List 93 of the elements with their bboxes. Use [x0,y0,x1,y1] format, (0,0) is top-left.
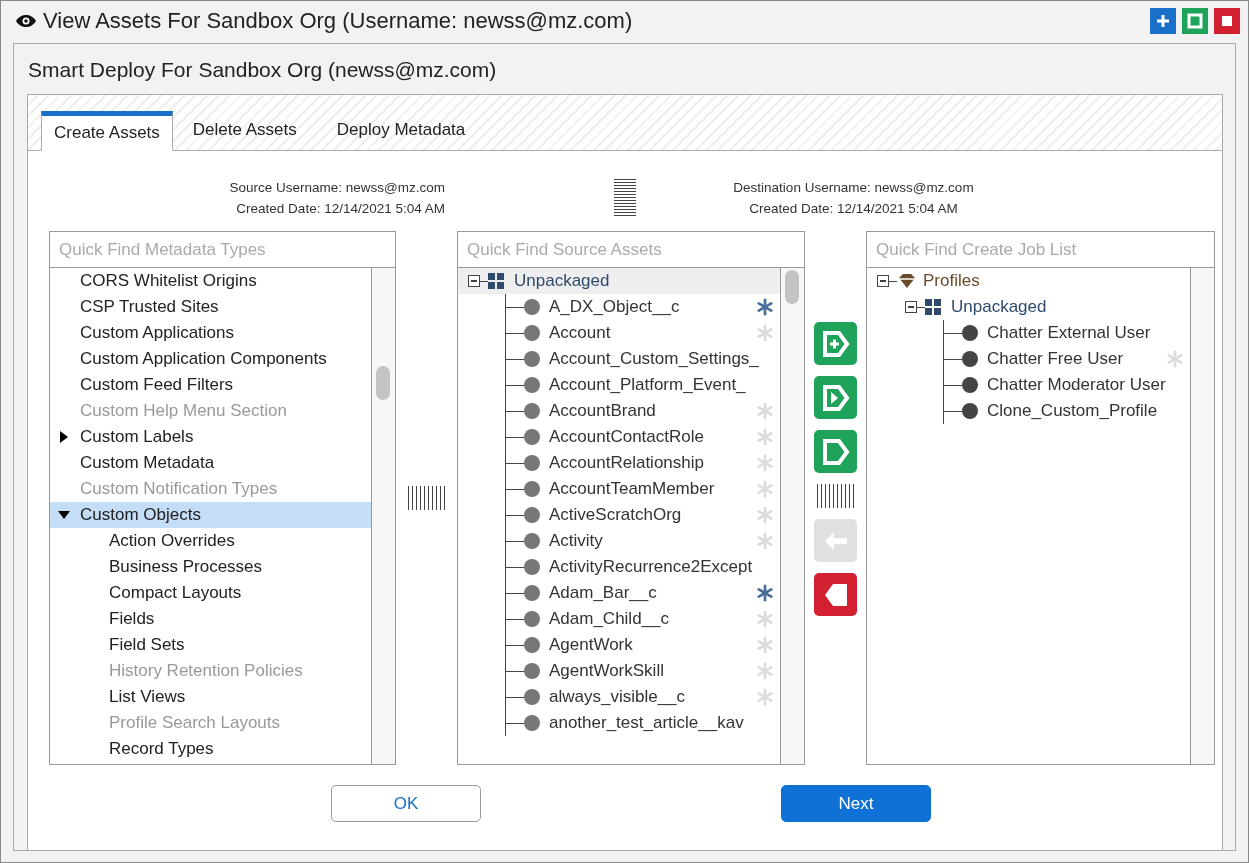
metadata-type-item[interactable]: Custom Feed Filters [50,372,371,398]
circle-icon [524,481,540,497]
metadata-type-item[interactable]: Action Overrides [50,528,371,554]
caret-right-icon[interactable] [58,431,70,443]
circle-icon [524,507,540,523]
asset-label[interactable]: Adam_Child__c [549,609,752,629]
circle-icon [524,611,540,627]
asset-label[interactable]: ActivityRecurrence2Except [549,557,774,577]
circle-icon [524,351,540,367]
ok-button[interactable]: OK [331,785,481,822]
circle-icon [524,299,540,315]
tag-icon [820,436,851,467]
tab[interactable]: Deploy Metadata [316,110,486,150]
tab[interactable]: Delete Assets [172,110,317,150]
folder-label[interactable]: Unpackaged [951,297,1047,317]
circle-icon [524,325,540,341]
asset-label[interactable]: AgentWork [549,635,752,655]
metadata-type-item[interactable]: Compact Layouts [50,580,371,606]
scrollbar[interactable] [1190,268,1214,764]
asset-label[interactable]: AccountBrand [549,401,752,421]
asset-label[interactable]: Activity [549,531,752,551]
play-tag-icon [820,382,851,413]
tab[interactable]: Create Assets [41,111,173,151]
metadata-type-item[interactable]: Business Processes [50,554,371,580]
metadata-type-item[interactable]: Custom Metadata [50,450,371,476]
asset-label[interactable]: Chatter External User [987,323,1184,343]
source-username: Source Username: newss@mz.com [229,180,445,195]
asset-label[interactable]: AccountContactRole [549,427,752,447]
asset-label[interactable]: A_DX_Object__c [549,297,752,317]
asterisk-icon[interactable] [756,298,774,316]
circle-icon [524,377,540,393]
close-button[interactable] [1214,8,1240,34]
plus-icon [1155,13,1171,29]
metadata-type-item[interactable]: Fields [50,606,371,632]
asset-label[interactable]: ActiveScratchOrg [549,505,752,525]
circle-icon [524,429,540,445]
add-button[interactable] [814,322,857,365]
grid-icon [925,299,941,315]
metadata-type-item[interactable]: List Views [50,684,371,710]
add-one-button[interactable] [814,376,857,419]
add-button[interactable] [1150,8,1176,34]
grid-icon [488,273,504,289]
circle-icon [524,559,540,575]
destination-username: Destination Username: newss@mz.com [733,180,974,195]
next-button[interactable]: Next [781,785,931,822]
circle-icon [524,403,540,419]
metadata-type-item[interactable]: CSP Trusted Sites [50,294,371,320]
asset-label[interactable]: Chatter Moderator User [987,375,1184,395]
asset-label[interactable]: AccountRelationship [549,453,752,473]
circle-icon [524,637,540,653]
caret-down-icon[interactable] [58,509,70,521]
collapse-icon[interactable] [905,301,917,313]
asset-label[interactable]: Adam_Bar__c [549,583,752,603]
collapse-icon[interactable] [877,275,889,287]
asset-label[interactable]: Chatter Free User [987,349,1162,369]
folder-label[interactable]: Profiles [923,271,980,291]
metadata-type-item[interactable]: Custom Applications [50,320,371,346]
metadata-type-item[interactable]: Record Types [50,736,371,762]
dialog-title: Smart Deploy For Sandbox Org (newss@mz.com) [27,57,498,83]
asterisk-icon[interactable] [756,584,774,602]
metadata-type-item[interactable]: CORS Whitelist Origins [50,268,371,294]
maximize-button[interactable] [1182,8,1208,34]
remove-all-button[interactable] [814,573,857,616]
circle-icon [524,689,540,705]
asset-label[interactable]: always_visible__c [549,687,752,707]
scrollbar[interactable] [371,268,395,764]
asset-label[interactable]: another_test_article__kav [549,713,774,733]
add-all-button[interactable] [814,430,857,473]
add-tag-icon [820,328,851,359]
stop-icon [1221,15,1233,27]
source-created-date: Created Date: 12/14/2021 5:04 AM [236,201,445,216]
circle-icon [524,585,540,601]
asset-label[interactable]: Account_Custom_Settings_ [549,349,774,369]
asset-label[interactable]: Clone_Custom_Profile [987,401,1184,421]
circle-icon [524,533,540,549]
maximize-icon [1187,13,1203,29]
scrollbar[interactable] [780,268,804,764]
asset-label[interactable]: Account [549,323,752,343]
metadata-type-item[interactable]: Field Sets [50,632,371,658]
asset-label[interactable]: AccountTeamMember [549,479,752,499]
metadata-type-item[interactable]: Custom Objects [50,502,371,528]
asset-label[interactable]: AgentWorkSkill [549,661,752,681]
asset-label[interactable]: Account_Platform_Event_ [549,375,774,395]
metadata-type-item[interactable]: Custom Application Components [50,346,371,372]
destination-created-date: Created Date: 12/14/2021 5:04 AM [749,201,958,216]
gem-icon [897,273,917,289]
circle-icon [524,715,540,731]
window-title: View Assets For Sandbox Org (Username: newss@mz.com) [43,8,634,34]
collapse-icon[interactable] [468,275,480,287]
eye-icon [15,14,37,28]
circle-icon [524,455,540,471]
metadata-type-item[interactable]: Custom Labels [50,424,371,450]
circle-icon [524,663,540,679]
